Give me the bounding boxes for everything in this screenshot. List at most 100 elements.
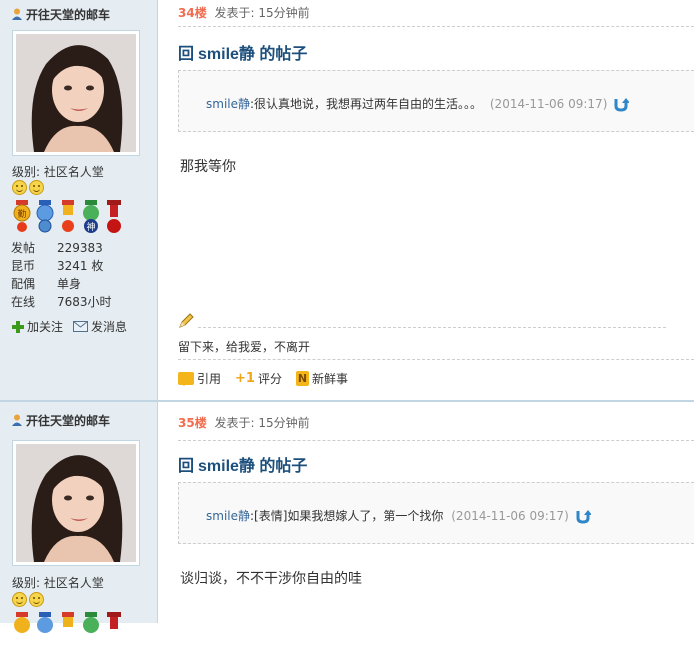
post-footer: 引用 +1 评分 N 新鲜事 [178, 370, 348, 387]
svg-text:神: 神 [86, 221, 95, 233]
stat-value: 7683小时 [57, 295, 112, 309]
jump-to-quote-icon[interactable] [613, 96, 630, 112]
author-name[interactable]: 开往天堂的邮车 [11, 412, 110, 429]
user-sidebar: 开往天堂的邮车 级别: 社区名人堂 勤 神 发帖 229383 昆币 3241 … [0, 0, 158, 400]
post-meta: 34楼 发表于: 15分钟前 [178, 4, 310, 21]
reply-prefix: 回 [178, 458, 195, 475]
floor-number[interactable]: 34楼 [178, 6, 207, 20]
medal-icon-yellow[interactable] [58, 200, 78, 234]
post-content: 35楼 发表于: 15分钟前 回 smile静 的帖子 smile静:[表情]如果… [158, 402, 694, 623]
stat-coins: 昆币 3241 枚 [11, 257, 112, 275]
user-actions: 加关注 发消息 [12, 318, 127, 335]
pencil-icon [179, 313, 194, 328]
level-label: 级别: [12, 165, 41, 179]
stat-online: 在线 7683小时 [11, 293, 112, 311]
reply-prefix: 回 [178, 46, 195, 63]
message-label: 发消息 [91, 320, 128, 334]
stat-spouse: 配偶 单身 [11, 275, 112, 293]
quote-time: (2014-11-06 09:17) [489, 97, 608, 111]
user-icon [12, 8, 22, 20]
quote-text: :很认真地说，我想再过两年自由的生活。。。 [250, 97, 483, 111]
follow-label: 加关注 [27, 320, 64, 334]
post-34: 开往天堂的邮车 级别: 社区名人堂 勤 神 发帖 229383 昆币 3241 … [0, 0, 694, 400]
user-sidebar: 开往天堂的邮车 级别: 社区名人堂 [0, 402, 158, 633]
fresh-news-button[interactable]: N 新鲜事 [295, 370, 348, 387]
medal-icon-blue[interactable] [35, 200, 55, 234]
follow-button[interactable]: 加关注 [12, 318, 63, 335]
smiley-icon [29, 592, 44, 607]
quote-content: smile静:很认真地说，我想再过两年自由的生活。。。 (2014-11-06 … [206, 95, 630, 112]
post-title-text: smile静 的帖子 [198, 46, 308, 63]
level-value: 社区名人堂 [43, 165, 104, 179]
svg-text:勤: 勤 [17, 208, 26, 220]
post-meta: 35楼 发表于: 15分钟前 [178, 414, 310, 431]
plus-one-icon: +1 [235, 371, 255, 386]
user-level: 级别: 社区名人堂 [12, 163, 104, 180]
stat-label: 在线 [11, 295, 36, 309]
avatar-image [16, 34, 136, 152]
divider [178, 26, 694, 27]
rate-label: 评分 [257, 372, 282, 386]
quote-time: (2014-11-06 09:17) [451, 509, 569, 523]
post-35: 开往天堂的邮车 级别: 社区名人堂 35楼 发表于: 15分钟前 回 smile… [0, 400, 694, 633]
medal-icon-diligent[interactable]: 勤 [12, 200, 32, 234]
stat-value: 单身 [57, 277, 82, 291]
quote-block: smile静:[表情]如果我想嫁人了，第一个找你 (2014-11-06 09:… [178, 482, 694, 544]
quote-icon [178, 372, 194, 386]
quote-block: smile静:很认真地说，我想再过两年自由的生活。。。 (2014-11-06 … [178, 70, 694, 132]
avatar-image [16, 444, 136, 562]
stat-label: 发帖 [11, 241, 36, 255]
level-stars [12, 592, 44, 607]
quote-label: 引用 [197, 372, 222, 386]
avatar[interactable] [12, 440, 140, 566]
post-title: 回 smile静 的帖子 [178, 40, 307, 64]
medal-icon-red[interactable] [104, 200, 124, 234]
quote-text: :[表情]如果我想嫁人了，第一个找你 [250, 509, 444, 523]
divider [178, 440, 694, 441]
stat-value: 3241 枚 [57, 259, 104, 273]
divider [178, 359, 694, 360]
post-title: 回 smile静 的帖子 [178, 452, 307, 476]
quote-author[interactable]: smile静 [206, 97, 250, 111]
post-body: 那我等你 [180, 159, 236, 175]
smiley-icon [29, 180, 44, 195]
post-title-text: smile静 的帖子 [198, 458, 308, 475]
quote-button[interactable]: 引用 [178, 370, 221, 387]
medal-list: 勤 神 [12, 200, 124, 234]
author-name[interactable]: 开往天堂的邮车 [11, 6, 110, 23]
level-stars [12, 180, 44, 195]
signature-divider [198, 327, 666, 328]
avatar[interactable] [12, 30, 140, 156]
stat-label: 昆币 [11, 259, 36, 273]
quote-author[interactable]: smile静 [206, 509, 250, 523]
post-body: 谈归谈，不不干涉你自由的哇 [180, 571, 362, 587]
stat-value: 229383 [57, 241, 103, 255]
medal-icon-red[interactable] [104, 612, 124, 646]
medal-icon-god[interactable] [81, 612, 101, 646]
level-label: 级别: [12, 576, 41, 590]
medal-list [12, 612, 124, 646]
news-icon: N [295, 371, 309, 386]
medal-icon-diligent[interactable] [12, 612, 32, 646]
stat-label: 配偶 [11, 277, 36, 291]
stat-posts: 发帖 229383 [11, 239, 112, 257]
fresh-news-label: 新鲜事 [311, 372, 348, 386]
message-button[interactable]: 发消息 [73, 318, 127, 335]
jump-to-quote-icon[interactable] [575, 508, 591, 524]
author-name-text: 开往天堂的邮车 [26, 414, 111, 428]
post-time: 发表于: 15分钟前 [214, 416, 310, 430]
plus-icon [12, 320, 24, 333]
medal-icon-blue[interactable] [35, 612, 55, 646]
post-content: 34楼 发表于: 15分钟前 回 smile静 的帖子 smile静:很认真地说，… [158, 0, 694, 400]
level-value: 社区名人堂 [43, 576, 104, 590]
mail-icon [73, 321, 89, 332]
medal-icon-yellow[interactable] [58, 612, 78, 646]
medal-icon-god[interactable]: 神 [81, 200, 101, 234]
floor-number[interactable]: 35楼 [178, 416, 207, 430]
quote-content: smile静:[表情]如果我想嫁人了，第一个找你 (2014-11-06 09:… [206, 507, 591, 524]
post-time: 发表于: 15分钟前 [214, 6, 310, 20]
rate-button[interactable]: +1 评分 [235, 370, 282, 387]
smiley-icon [12, 180, 27, 195]
smiley-icon [12, 592, 27, 607]
user-icon [12, 414, 22, 426]
